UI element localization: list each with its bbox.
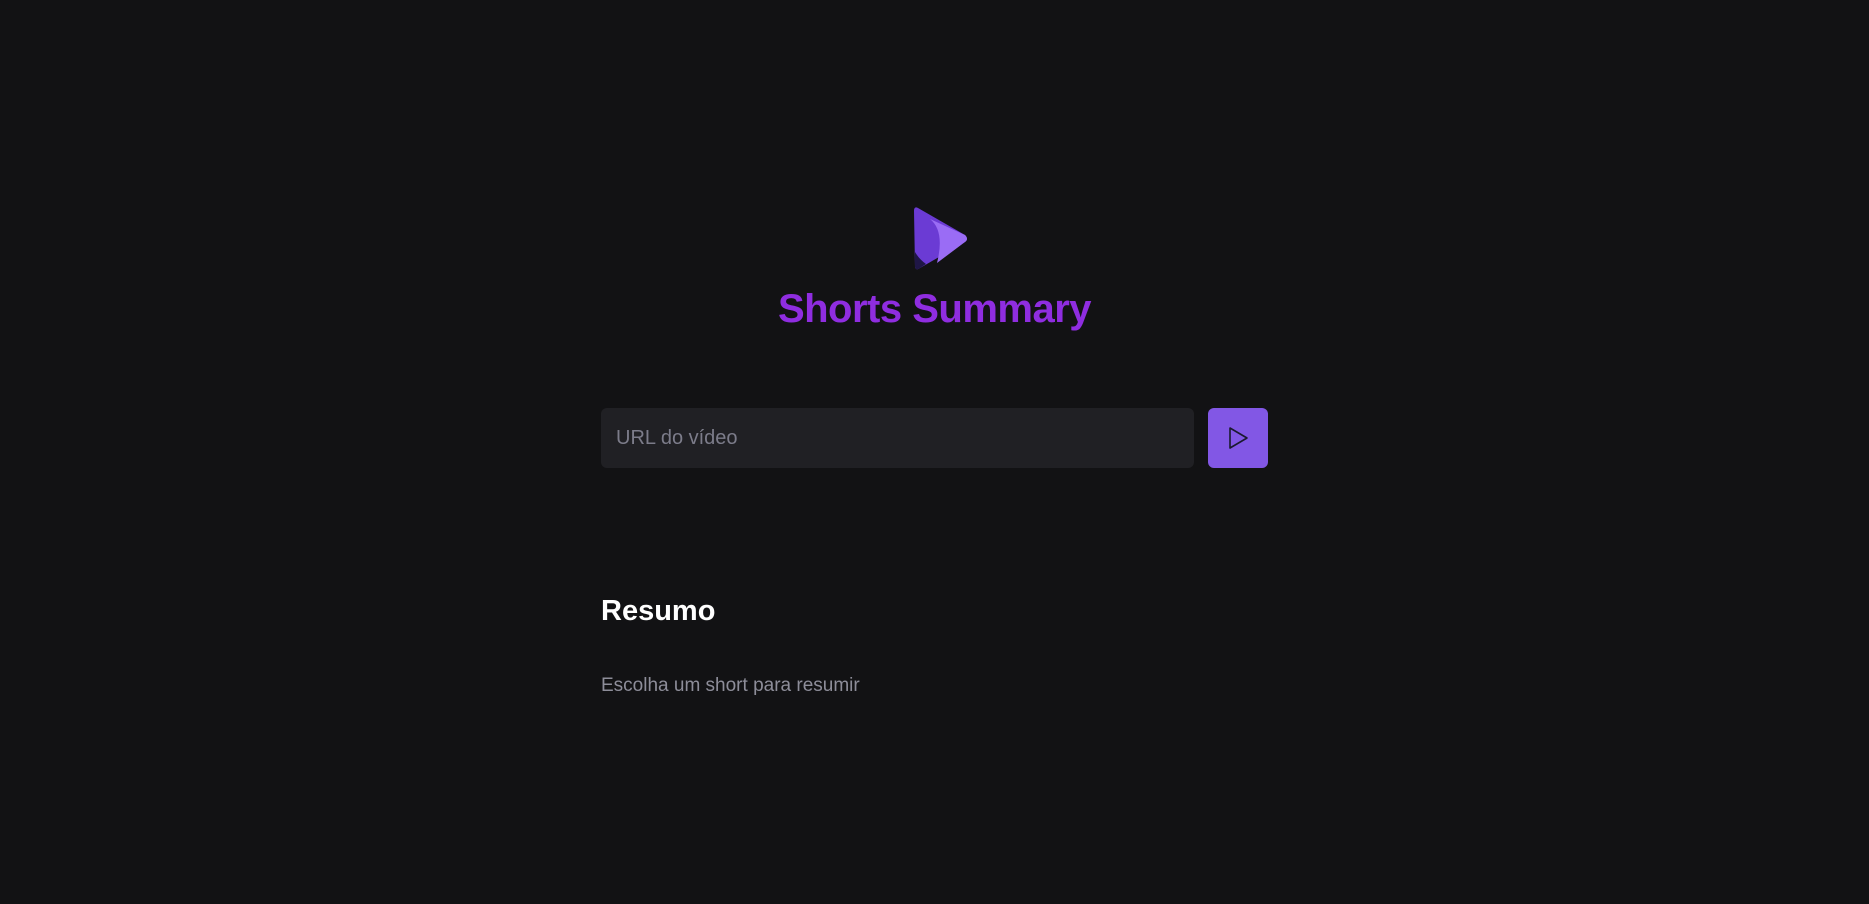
- page: Shorts Summary Resumo Escolha um short p…: [0, 0, 1869, 904]
- summarize-button[interactable]: [1208, 408, 1268, 468]
- video-url-input[interactable]: [601, 408, 1194, 468]
- play-triangle-logo-icon: [914, 207, 967, 270]
- app-title: Shorts Summary: [777, 287, 1092, 331]
- summary-text: Escolha um short para resumir: [601, 675, 860, 696]
- summary-heading: Resumo: [601, 595, 716, 627]
- play-icon: [1229, 427, 1248, 449]
